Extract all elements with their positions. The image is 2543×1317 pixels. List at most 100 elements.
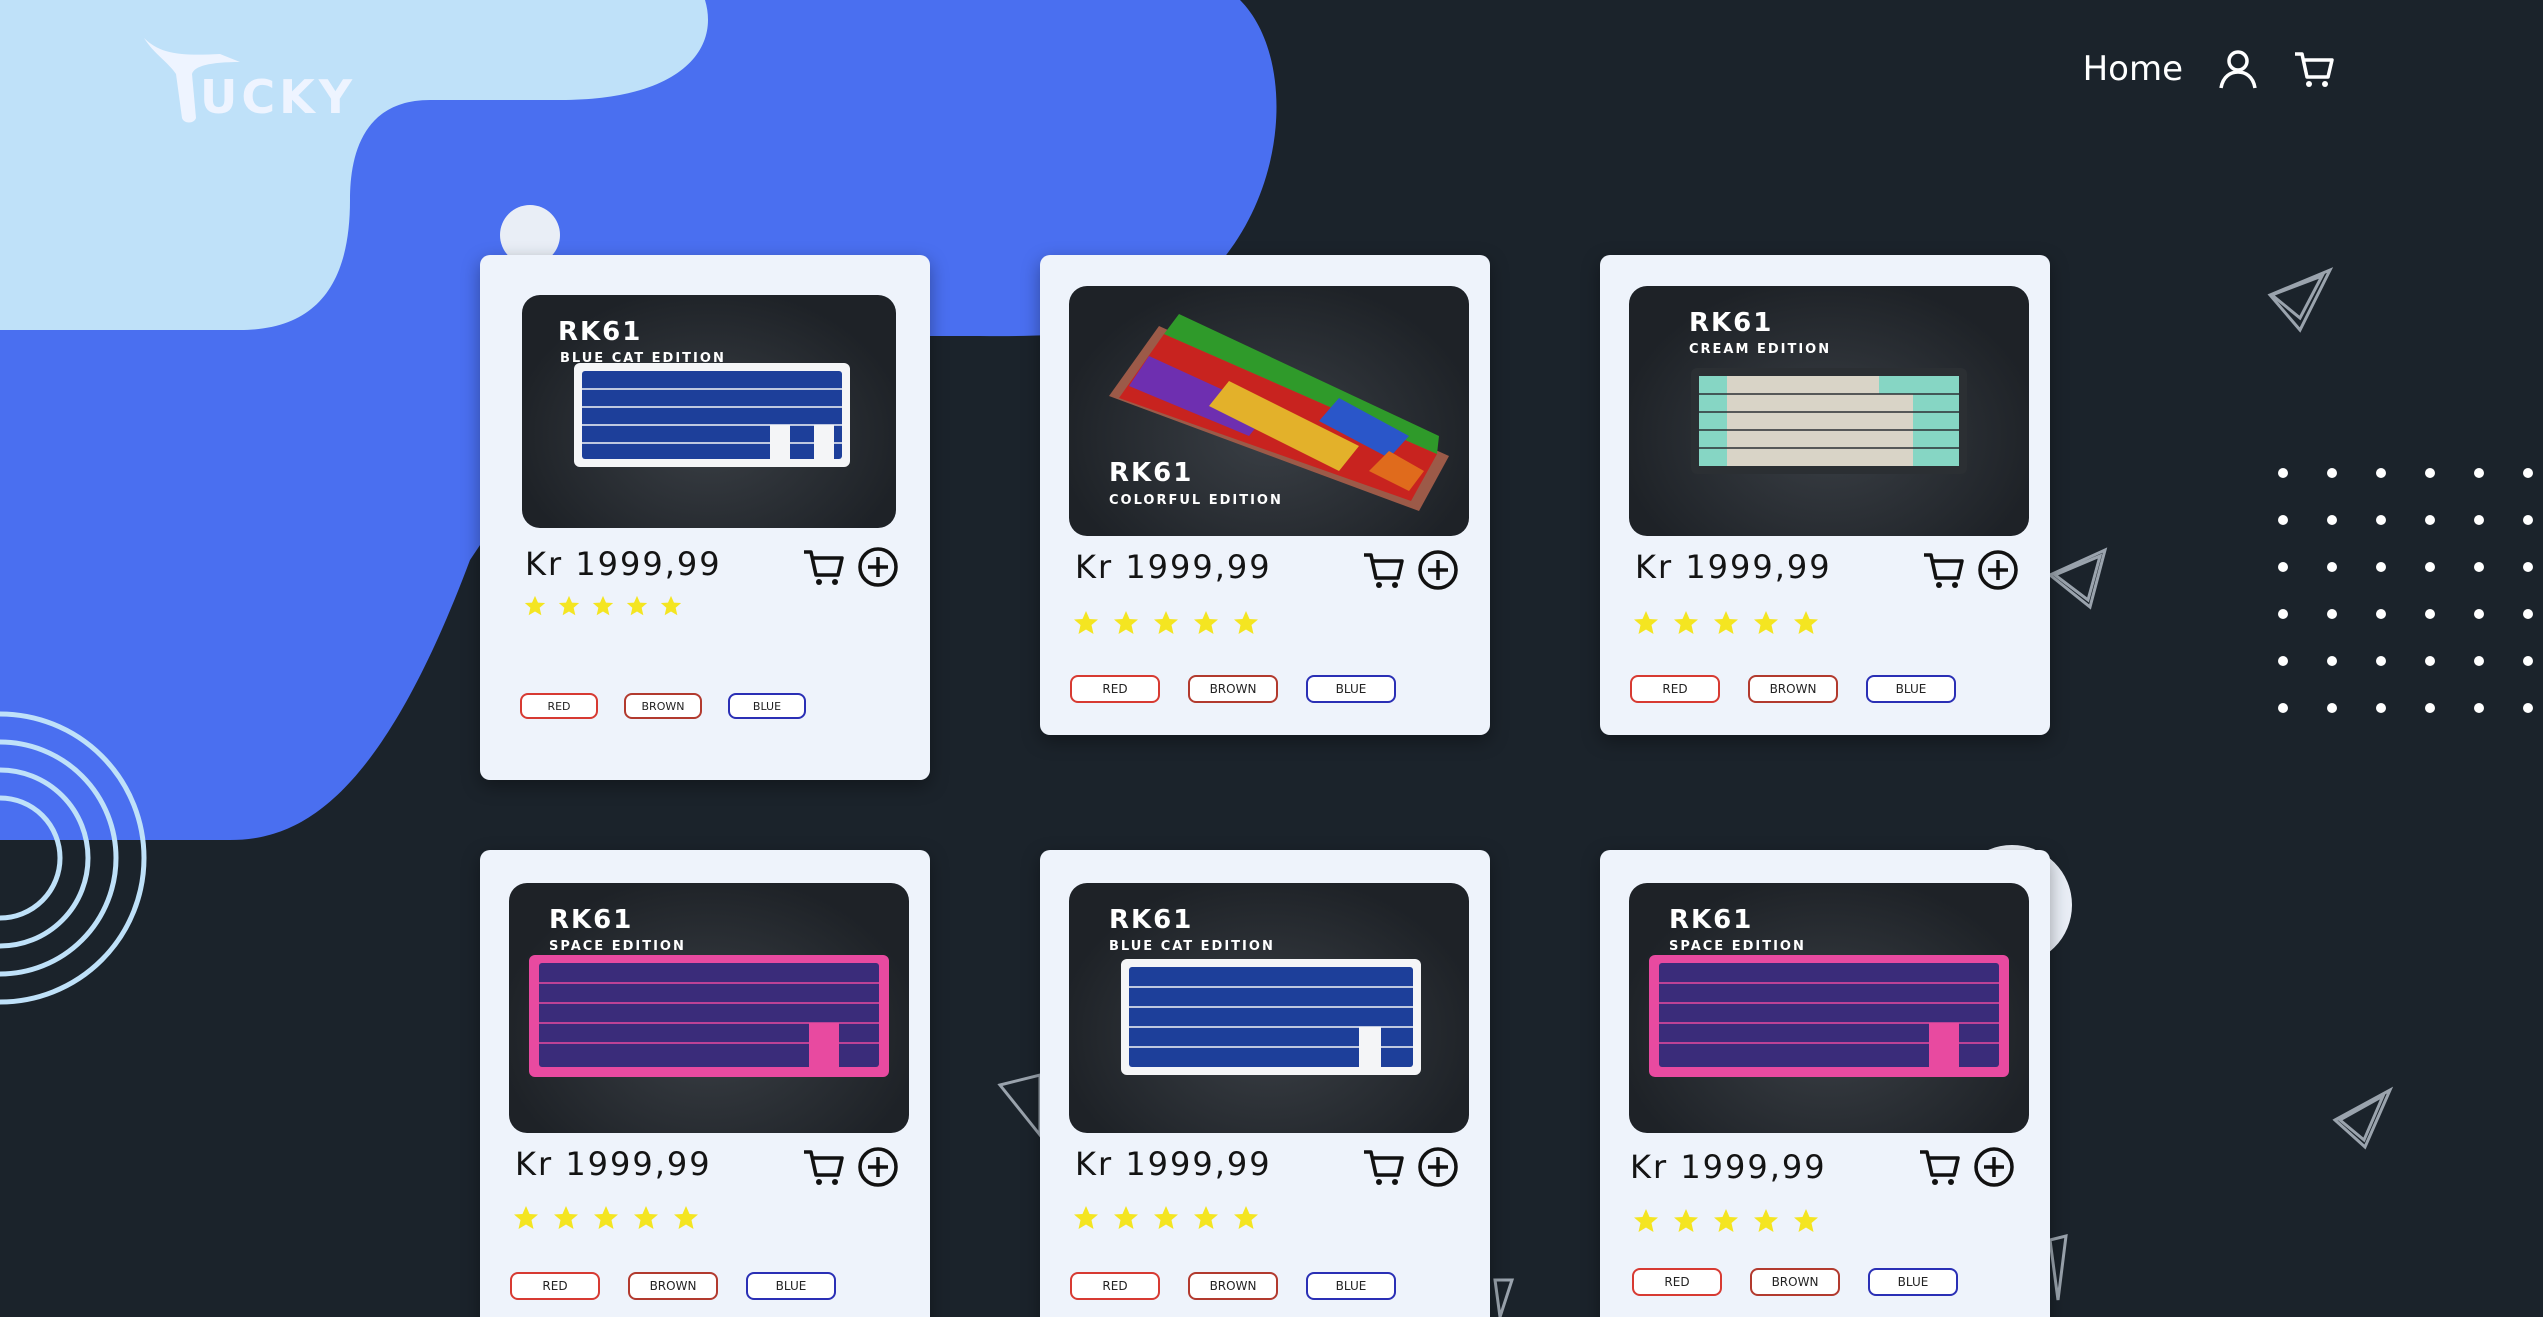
rating-stars [1633, 610, 1819, 636]
star-icon [1194, 1206, 1218, 1229]
variant-red[interactable]: RED [1630, 675, 1720, 703]
star-icon [524, 595, 546, 616]
star-icon [1714, 611, 1738, 634]
add-circle-icon[interactable] [1972, 1145, 2016, 1189]
rating-stars [1073, 610, 1259, 636]
product-price: Kr 1999,99 [525, 545, 722, 583]
product-edition: Cream Edition [1689, 342, 1832, 357]
variant-options: RED BROWN BLUE [1070, 675, 1396, 703]
star-icon [1794, 611, 1818, 634]
cart-icon[interactable] [2293, 48, 2335, 90]
product-image[interactable]: RK61 Space Edition [509, 883, 909, 1133]
variant-blue[interactable]: BLUE [746, 1272, 836, 1300]
variant-blue[interactable]: BLUE [728, 693, 806, 719]
product-actions [802, 1145, 900, 1189]
product-card[interactable]: RK61 Colorful Edition Kr 1999,99 RED BRO… [1040, 255, 1490, 735]
add-circle-icon[interactable] [1416, 548, 1460, 592]
star-icon [1234, 1206, 1258, 1229]
variant-options: RED BROWN BLUE [1632, 1268, 1958, 1296]
star-icon [626, 595, 648, 616]
variant-brown[interactable]: BROWN [624, 693, 702, 719]
variant-red[interactable]: RED [520, 693, 598, 719]
star-icon [1194, 611, 1218, 634]
star-icon [1674, 1209, 1698, 1232]
product-card[interactable]: RK61 Blue Cat Edition Kr 1999,99 RED BRO… [480, 255, 930, 780]
product-card[interactable]: RK61 Blue Cat Edition Kr 1999,99 RED BRO… [1040, 850, 1490, 1317]
star-icon [1154, 611, 1178, 634]
product-edition: Blue Cat Edition [560, 351, 726, 366]
add-circle-icon[interactable] [856, 545, 900, 589]
star-icon [1074, 611, 1098, 634]
star-icon [514, 1206, 538, 1229]
star-icon [1754, 1209, 1778, 1232]
product-actions [1362, 1145, 1460, 1189]
variant-options: RED BROWN BLUE [520, 693, 806, 719]
product-price: Kr 1999,99 [1635, 548, 1832, 586]
star-icon [1114, 611, 1138, 634]
rating-stars [1633, 1208, 1819, 1234]
product-price: Kr 1999,99 [1630, 1148, 1827, 1186]
add-to-cart-icon[interactable] [802, 1145, 846, 1189]
product-price: Kr 1999,99 [515, 1145, 712, 1183]
product-model: RK61 [1109, 458, 1194, 488]
variant-red[interactable]: RED [510, 1272, 600, 1300]
variant-brown[interactable]: BROWN [1188, 675, 1278, 703]
product-edition: Space Edition [1669, 939, 1806, 954]
variant-blue[interactable]: BLUE [1866, 675, 1956, 703]
product-edition: Blue Cat Edition [1109, 939, 1275, 954]
product-card[interactable]: RK61 Cream Edition Kr 1999,99 RED BROWN … [1600, 255, 2050, 735]
top-nav: Home [2083, 48, 2335, 90]
product-image[interactable]: RK61 Cream Edition [1629, 286, 2029, 536]
variant-red[interactable]: RED [1070, 1272, 1160, 1300]
star-icon [1674, 611, 1698, 634]
product-model: RK61 [558, 317, 643, 347]
variant-red[interactable]: RED [1070, 675, 1160, 703]
star-icon [1714, 1209, 1738, 1232]
star-icon [660, 595, 682, 616]
add-to-cart-icon[interactable] [1918, 1145, 1962, 1189]
star-icon [594, 1206, 618, 1229]
product-model: RK61 [549, 905, 634, 935]
add-to-cart-icon[interactable] [1362, 1145, 1406, 1189]
product-image[interactable]: RK61 Blue Cat Edition [1069, 883, 1469, 1133]
product-actions [1922, 548, 2020, 592]
add-circle-icon[interactable] [1976, 548, 2020, 592]
product-image[interactable]: RK61 Space Edition [1629, 883, 2029, 1133]
star-icon [1634, 611, 1658, 634]
add-circle-icon[interactable] [856, 1145, 900, 1189]
star-icon [1794, 1209, 1818, 1232]
add-to-cart-icon[interactable] [802, 545, 846, 589]
product-actions [1918, 1145, 2016, 1189]
product-model: RK61 [1109, 905, 1194, 935]
product-card[interactable]: RK61 Space Edition Kr 1999,99 RED BROWN … [1600, 850, 2050, 1317]
variant-brown[interactable]: BROWN [1188, 1272, 1278, 1300]
star-icon [1074, 1206, 1098, 1229]
variant-red[interactable]: RED [1632, 1268, 1722, 1296]
product-image[interactable]: RK61 Colorful Edition [1069, 286, 1469, 536]
variant-blue[interactable]: BLUE [1306, 1272, 1396, 1300]
add-to-cart-icon[interactable] [1922, 548, 1966, 592]
add-to-cart-icon[interactable] [1362, 548, 1406, 592]
star-icon [1234, 611, 1258, 634]
rating-stars [513, 1205, 699, 1231]
variant-options: RED BROWN BLUE [510, 1272, 836, 1300]
product-actions [802, 545, 900, 589]
product-edition: Colorful Edition [1109, 493, 1283, 508]
product-actions [1362, 548, 1460, 592]
nav-home-link[interactable]: Home [2083, 49, 2183, 89]
product-image[interactable]: RK61 Blue Cat Edition [522, 295, 896, 528]
rating-stars [524, 595, 682, 617]
star-icon [1114, 1206, 1138, 1229]
star-icon [1634, 1209, 1658, 1232]
variant-brown[interactable]: BROWN [1750, 1268, 1840, 1296]
variant-blue[interactable]: BLUE [1306, 675, 1396, 703]
product-card[interactable]: RK61 Space Edition Kr 1999,99 RED BROWN … [480, 850, 930, 1317]
variant-blue[interactable]: BLUE [1868, 1268, 1958, 1296]
user-icon[interactable] [2217, 48, 2259, 90]
star-icon [634, 1206, 658, 1229]
variant-brown[interactable]: BROWN [628, 1272, 718, 1300]
star-icon [674, 1206, 698, 1229]
add-circle-icon[interactable] [1416, 1145, 1460, 1189]
variant-brown[interactable]: BROWN [1748, 675, 1838, 703]
star-icon [592, 595, 614, 616]
